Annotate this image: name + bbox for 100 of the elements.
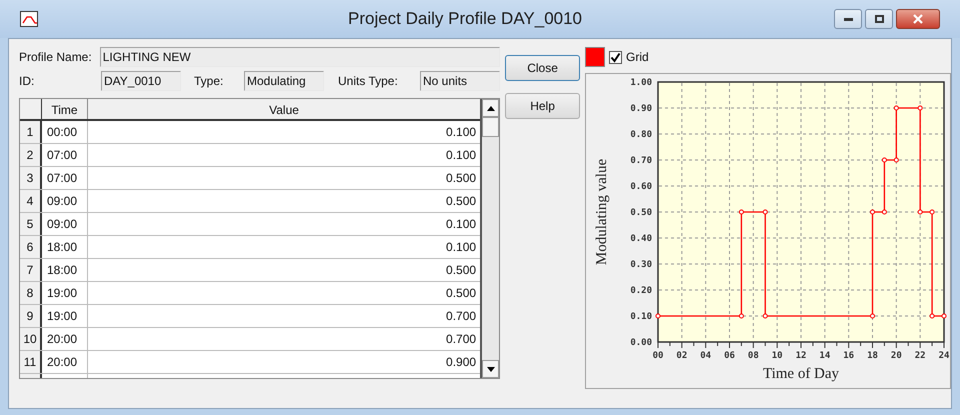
data-point: [738, 210, 744, 214]
text-field[interactable]: No units: [420, 71, 500, 91]
row-number[interactable]: 11: [20, 351, 42, 373]
line-color-swatch[interactable]: [585, 47, 605, 67]
table-cell-text: 0.900: [445, 354, 478, 371]
table-cell-text: 0.500: [445, 262, 478, 279]
table-cell: 09:00: [42, 213, 88, 235]
data-point: [870, 314, 875, 318]
row-number[interactable]: 9: [20, 305, 42, 327]
dialog-button[interactable]: Close: [505, 55, 580, 81]
y-tick-label: 0.40: [630, 234, 652, 244]
column-header[interactable]: Value: [88, 99, 480, 119]
table-cell-text: 0.700: [445, 308, 478, 325]
y-tick-label: 0.30: [630, 260, 652, 270]
row-number[interactable]: 3: [20, 167, 42, 189]
data-point: [930, 210, 935, 214]
maximize-button[interactable]: [865, 9, 893, 29]
table-cell: 07:00: [42, 144, 88, 166]
minimize-button[interactable]: [834, 9, 862, 29]
data-point: [762, 314, 768, 318]
field-label: ID:: [19, 73, 36, 90]
table-cell: 18:00: [42, 259, 88, 281]
data-point: [738, 314, 744, 318]
text-field[interactable]: LIGHTING NEW: [100, 47, 500, 67]
table-cell: 18:00: [42, 236, 88, 258]
table-cell: 20:00: [42, 328, 88, 350]
table-cell-text: 0.500: [445, 193, 478, 210]
table-cell-text: 0.500: [445, 285, 478, 302]
grid-checkbox[interactable]: [609, 50, 622, 64]
field-label: Units Type:: [338, 73, 399, 90]
row-number[interactable]: 6: [20, 236, 42, 258]
grid-label: Grid: [626, 49, 649, 66]
data-point: [656, 314, 660, 318]
row-number[interactable]: 1: [20, 121, 42, 143]
data-point: [942, 314, 946, 318]
data-point: [930, 314, 935, 318]
x-tick-label: 12: [796, 351, 806, 361]
table-cell-text: 0.100: [445, 124, 478, 141]
check-icon: [610, 52, 621, 62]
table-cell: 07:00: [42, 167, 88, 189]
table-cell-text: 0.100: [445, 147, 478, 164]
dialog-button[interactable]: Help: [505, 93, 580, 119]
y-tick-label: 0.70: [630, 156, 652, 166]
x-tick-label: 22: [914, 351, 926, 361]
table-cell: 00:00: [42, 121, 88, 143]
row-number[interactable]: 10: [20, 328, 42, 350]
close-button[interactable]: [896, 9, 940, 29]
x-tick-label: 06: [724, 351, 735, 361]
y-tick-label: 0.10: [630, 312, 652, 322]
row-number[interactable]: 2: [20, 144, 42, 166]
x-axis-title: Time of Day: [762, 366, 840, 382]
y-tick-label: 0.60: [630, 182, 652, 192]
x-tick-label: 24: [938, 351, 950, 361]
text-field[interactable]: DAY_0010: [101, 71, 181, 91]
x-tick-label: 18: [867, 351, 878, 361]
data-point: [918, 210, 923, 214]
x-tick-label: 08: [748, 351, 759, 361]
data-point: [870, 210, 875, 214]
row-number[interactable]: 5: [20, 213, 42, 235]
text-field[interactable]: Modulating: [244, 71, 324, 91]
close-icon: [913, 14, 923, 24]
table-cell-text: 0.100: [445, 216, 478, 233]
y-tick-label: 0.20: [630, 286, 652, 296]
field-label: Type:: [194, 73, 224, 90]
x-tick-label: 00: [652, 351, 664, 361]
scrollbar[interactable]: [480, 99, 500, 378]
x-tick-label: 02: [676, 351, 688, 361]
x-tick-label: 10: [772, 351, 783, 361]
data-point: [894, 106, 899, 110]
table-cell-text: 0.700: [445, 331, 478, 348]
data-point: [882, 210, 887, 214]
table-cell: 09:00: [42, 190, 88, 212]
x-tick-label: 04: [700, 351, 712, 361]
profile-icon: [20, 11, 38, 27]
table-cell: 20:00: [42, 351, 88, 373]
y-tick-label: 0.50: [630, 208, 652, 218]
x-tick-label: 14: [819, 351, 830, 361]
row-number[interactable]: 8: [20, 282, 42, 304]
y-tick-label: 0.00: [630, 338, 652, 348]
x-tick-label: 16: [843, 351, 854, 361]
scroll-down-icon[interactable]: [486, 366, 495, 372]
table-cell: 19:00: [42, 282, 88, 304]
row-number[interactable]: 7: [20, 259, 42, 281]
y-tick-label: 0.80: [630, 130, 652, 140]
y-tick-label: 1.00: [630, 78, 652, 88]
data-point: [918, 106, 923, 110]
table-cell-text: 0.100: [445, 239, 478, 256]
column-header[interactable]: Time: [42, 99, 88, 119]
data-point: [882, 158, 887, 162]
data-point: [762, 210, 768, 214]
table-cell-text: 0.500: [445, 170, 478, 187]
row-number[interactable]: 4: [20, 190, 42, 212]
window-title: Project Daily Profile DAY_0010: [348, 8, 582, 30]
field-label: Profile Name:: [19, 49, 92, 66]
y-tick-label: 0.90: [630, 104, 652, 114]
table-cell: 19:00: [42, 305, 88, 327]
x-tick-label: 20: [890, 351, 902, 361]
scroll-up-icon[interactable]: [486, 106, 495, 110]
scrollbar-thumb[interactable]: [482, 117, 500, 137]
y-axis-title: Modulating value: [594, 158, 610, 266]
